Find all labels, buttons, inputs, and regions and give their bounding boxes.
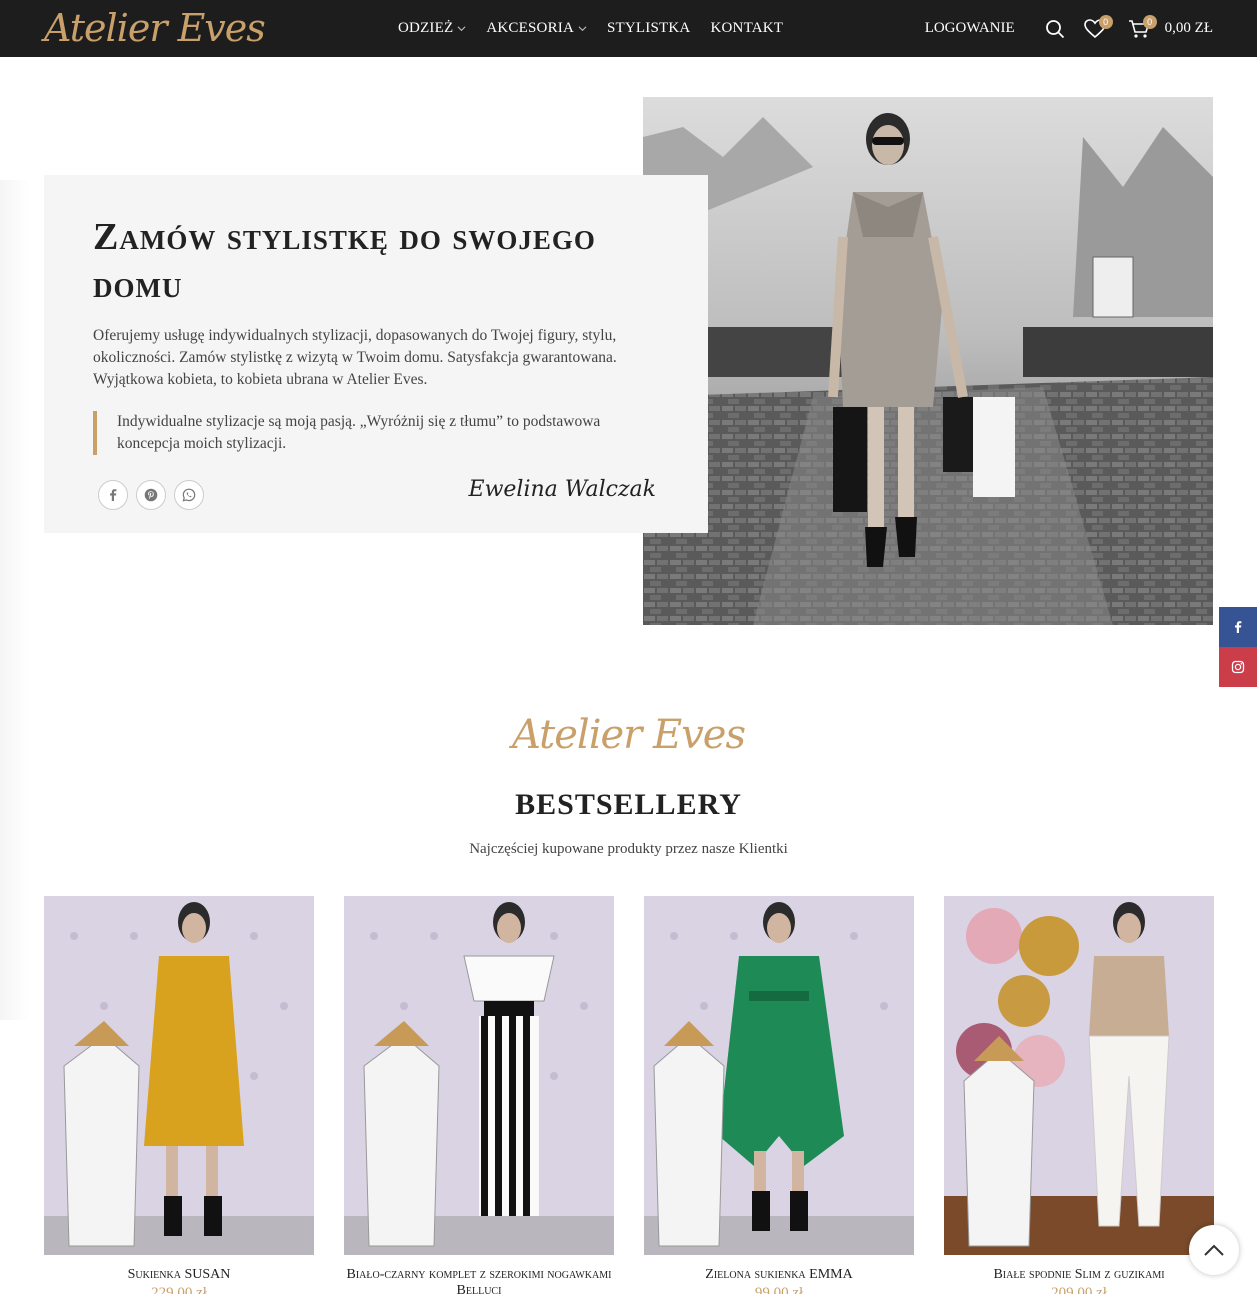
side-instagram-button[interactable] — [1219, 647, 1257, 687]
hero-card: Zamów stylistkę do swojego domu Oferujem… — [44, 175, 708, 533]
nav-akcesoria[interactable]: AKCESORIA — [486, 20, 587, 37]
product-image[interactable] — [344, 896, 614, 1255]
share-icons — [98, 480, 204, 510]
product-image[interactable] — [944, 896, 1214, 1255]
wishlist-button[interactable]: 0 — [1075, 9, 1115, 49]
nav-odziez[interactable]: ODZIEŻ — [398, 20, 466, 37]
product-grid: Sukienka SUSAN 229,00 zł Biało-czarny ko… — [44, 896, 1214, 1294]
hero-title: Zamów stylistkę do swojego domu — [93, 216, 596, 306]
section-logo: Atelier Eves — [511, 712, 746, 758]
product-photo — [944, 896, 1214, 1255]
pinterest-icon — [144, 488, 158, 502]
nav-odziez-label: ODZIEŻ — [398, 20, 454, 36]
page-shadow — [0, 180, 30, 1020]
product-price: 209,00 zł — [1051, 1285, 1107, 1294]
scroll-to-top-button[interactable] — [1189, 1225, 1239, 1275]
hero-image — [643, 97, 1213, 625]
product-price: 229,00 zł — [151, 1285, 207, 1294]
product-photo — [344, 896, 614, 1255]
main-nav: ODZIEŻ AKCESORIA STYLISTKA KONTAKT — [398, 0, 783, 57]
cart-total[interactable]: 0,00 ZŁ — [1165, 20, 1213, 37]
chevron-down-icon — [578, 26, 587, 32]
hero-description: Oferujemy usługę indywidualnych stylizac… — [93, 327, 617, 388]
facebook-icon — [1235, 621, 1242, 633]
product-card[interactable]: Zielona sukienka EMMA 99,00 zł — [644, 896, 914, 1294]
nav-kontakt[interactable]: KONTAKT — [710, 20, 783, 37]
section-title: BESTSELLERY — [515, 788, 742, 821]
side-facebook-button[interactable] — [1219, 607, 1257, 647]
product-name[interactable]: Zielona sukienka EMMA — [644, 1267, 914, 1283]
product-card[interactable]: Białe spodnie Slim z guzikami 209,00 zł — [944, 896, 1214, 1294]
cart-button[interactable]: 0 — [1119, 9, 1159, 49]
chevron-up-icon — [1204, 1244, 1224, 1256]
pinterest-share-button[interactable] — [136, 480, 166, 510]
login-link[interactable]: LOGOWANIE — [925, 20, 1015, 37]
chevron-down-icon — [457, 26, 466, 32]
product-name[interactable]: Biało-czarny komplet z szerokimi nogawka… — [344, 1267, 614, 1294]
wishlist-count-badge: 0 — [1098, 14, 1113, 29]
header-actions: LOGOWANIE 0 0 0,00 ZŁ — [925, 0, 1213, 57]
product-photo — [644, 896, 914, 1255]
section-subtitle: Najczęściej kupowane produkty przez nasz… — [469, 841, 788, 857]
instagram-icon — [1231, 660, 1245, 674]
nav-stylistka[interactable]: STYLISTKA — [607, 20, 690, 37]
product-image[interactable] — [44, 896, 314, 1255]
product-price: 99,00 zł — [754, 1285, 804, 1294]
facebook-icon — [110, 489, 117, 501]
hero-quote: Indywidualne stylizacje są moją pasją. „… — [93, 411, 623, 455]
product-photo — [44, 896, 314, 1255]
search-icon — [1045, 19, 1064, 38]
whatsapp-share-button[interactable] — [174, 480, 204, 510]
facebook-share-button[interactable] — [98, 480, 128, 510]
nav-kontakt-label: KONTAKT — [710, 20, 784, 36]
search-button[interactable] — [1035, 9, 1075, 49]
product-image[interactable] — [644, 896, 914, 1255]
hero-photo-woman-shopping — [643, 97, 1213, 625]
site-header: Atelier Eves ODZIEŻ AKCESORIA STYLISTKA … — [0, 0, 1257, 57]
product-card[interactable]: Sukienka SUSAN 229,00 zł — [44, 896, 314, 1294]
cart-count-badge: 0 — [1142, 14, 1157, 29]
product-name[interactable]: Białe spodnie Slim z guzikami — [944, 1267, 1214, 1283]
signature: Ewelina Walczak — [468, 477, 656, 502]
product-card[interactable]: Biało-czarny komplet z szerokimi nogawka… — [344, 896, 614, 1294]
product-name[interactable]: Sukienka SUSAN — [44, 1267, 314, 1283]
nav-akcesoria-label: AKCESORIA — [486, 20, 574, 36]
nav-stylistka-label: STYLISTKA — [607, 20, 691, 36]
whatsapp-icon — [182, 488, 196, 502]
site-logo[interactable]: Atelier Eves — [44, 4, 266, 52]
